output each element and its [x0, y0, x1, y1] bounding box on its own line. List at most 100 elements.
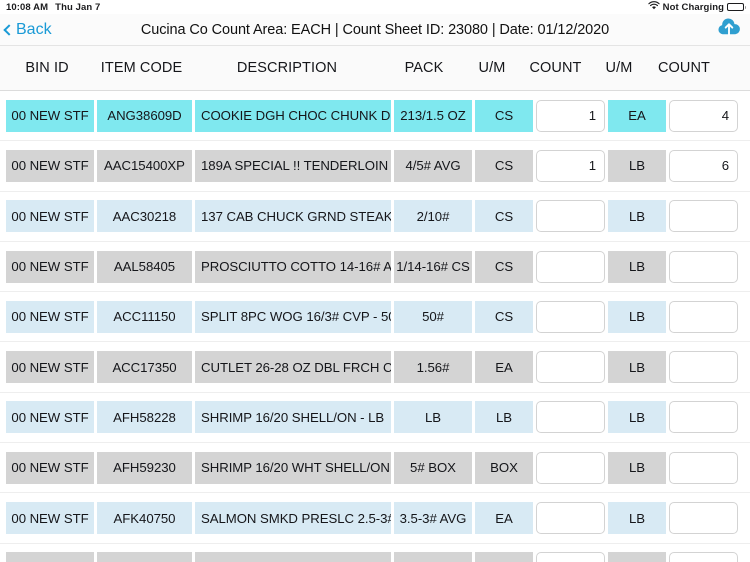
cloud-upload-icon	[716, 16, 742, 43]
cell-um-2: EA	[608, 99, 666, 132]
cell-item-code: ANG38609D	[97, 99, 192, 132]
cell-um-1: CS	[475, 200, 533, 233]
count-input-2[interactable]	[669, 300, 738, 333]
cell-item-code: ACC17350	[97, 351, 192, 384]
cell-bin-id	[6, 552, 94, 562]
column-header-um-1: U/M	[478, 60, 506, 76]
battery-icon	[727, 2, 746, 12]
count-input-1[interactable]	[536, 401, 605, 434]
cell-bin-id: 00 NEW STF	[6, 300, 94, 333]
cell-item-code	[97, 552, 192, 562]
count-input-1[interactable]	[536, 250, 605, 283]
status-time: 10:08 AM	[6, 1, 49, 13]
cell-um-1: CS	[475, 250, 533, 283]
cell-description: CUTLET 26-28 OZ DBL FRCH CUT -	[195, 351, 391, 384]
count-input-2[interactable]	[669, 200, 738, 233]
cell-um-1: LB	[475, 401, 533, 434]
count-input-1[interactable]	[536, 200, 605, 233]
cell-um-2: LB	[608, 149, 666, 182]
table-row[interactable]: 00 NEW STF ACC11150 SPLIT 8PC WOG 16/3# CV…	[0, 292, 750, 343]
table-row[interactable]: 00 NEW STF AFH59230 SHRIMP 16/20 WHT SHELL…	[0, 443, 750, 494]
table-row[interactable]: 00 NEW STF ACC17350 CUTLET 26-28 OZ DBL FR…	[0, 342, 750, 393]
cell-pack: LB	[394, 401, 472, 434]
cell-pack: 1/14-16# CS	[394, 250, 472, 283]
back-button[interactable]: Back	[0, 21, 52, 39]
cell-pack: 2/10#	[394, 200, 472, 233]
count-input-2[interactable]	[669, 451, 738, 484]
table-row[interactable]: 00 NEW STF AFH58228 SHRIMP 16/20 SHELL/ON …	[0, 393, 750, 444]
column-header-description: DESCRIPTION	[236, 60, 338, 76]
cell-pack: 1.56#	[394, 351, 472, 384]
cell-pack	[394, 552, 472, 562]
count-sheet-table[interactable]: 00 NEW STF ANG38609D COOKIE DGH CHOC CHUNK…	[0, 91, 750, 562]
count-input-1[interactable]	[536, 552, 605, 562]
cell-um-2: LB	[608, 200, 666, 233]
count-input-1[interactable]	[536, 451, 605, 484]
cell-bin-id: 00 NEW STF	[6, 99, 94, 132]
cell-bin-id: 00 NEW STF	[6, 351, 94, 384]
cell-um-2: LB	[608, 502, 666, 535]
table-row[interactable]	[0, 544, 750, 562]
cell-um-2: LB	[608, 451, 666, 484]
column-header-um-2: U/M	[605, 60, 633, 76]
cell-pack: 50#	[394, 300, 472, 333]
count-input-1[interactable]	[536, 502, 605, 535]
status-date: Thu Jan 7	[55, 1, 101, 13]
cell-description: SPLIT 8PC WOG 16/3# CVP - 50#	[195, 300, 391, 333]
cell-description: 189A SPECIAL !! TENDERLOIN 4/5#	[195, 149, 391, 182]
table-row[interactable]: 00 NEW STF AAC15400XP 189A SPECIAL !! TEND…	[0, 141, 750, 192]
wifi-icon	[647, 1, 660, 13]
count-input-2[interactable]	[669, 250, 738, 283]
column-header-pack: PACK	[404, 60, 444, 76]
cell-description: SHRIMP 16/20 WHT SHELL/ON 5# B	[195, 451, 391, 484]
count-input-2[interactable]	[669, 552, 738, 562]
cell-um-1: CS	[475, 300, 533, 333]
count-input-2[interactable]: 4	[669, 99, 738, 132]
cell-item-code: AAL58405	[97, 250, 192, 283]
cell-pack: 4/5# AVG	[394, 149, 472, 182]
count-input-1[interactable]: 1	[536, 99, 605, 132]
cell-um-1: EA	[475, 351, 533, 384]
status-bar-left: 10:08 AM Thu Jan 7	[6, 2, 100, 13]
cell-bin-id: 00 NEW STF	[6, 200, 94, 233]
count-input-2[interactable]	[669, 351, 738, 384]
upload-button[interactable]	[716, 16, 742, 43]
column-header-item-code: ITEM CODE	[100, 60, 183, 76]
cell-description: 137 CAB CHUCK GRND STEAKBURG	[195, 200, 391, 233]
column-header-count-1: COUNT	[529, 60, 582, 76]
cell-item-code: AFH59230	[97, 451, 192, 484]
column-header-count-2: COUNT	[657, 60, 711, 76]
table-row[interactable]: 00 NEW STF AAL58405 PROSCIUTTO COTTO 14-16…	[0, 242, 750, 293]
chevron-left-icon	[3, 23, 15, 36]
column-header-bin-id: BIN ID	[25, 60, 69, 76]
cell-um-1	[475, 552, 533, 562]
cell-pack: 213/1.5 OZ	[394, 99, 472, 132]
table-row[interactable]: 00 NEW STF AFK40750 SALMON SMKD PRESLC 2.5…	[0, 493, 750, 544]
cell-bin-id: 00 NEW STF	[6, 149, 94, 182]
cell-um-2: LB	[608, 401, 666, 434]
cell-description: PROSCIUTTO COTTO 14-16# AVG I	[195, 250, 391, 283]
cell-item-code: AFH58228	[97, 401, 192, 434]
count-input-2[interactable]	[669, 502, 738, 535]
cell-description: SHRIMP 16/20 SHELL/ON - LB	[195, 401, 391, 434]
count-input-1[interactable]	[536, 351, 605, 384]
navigation-bar: Back Cucina Co Count Area: EACH | Count …	[0, 14, 750, 46]
charging-status-label: Not Charging	[662, 1, 724, 13]
count-input-2[interactable]: 6	[669, 149, 738, 182]
cell-bin-id: 00 NEW STF	[6, 451, 94, 484]
cell-description	[195, 552, 391, 562]
count-input-2[interactable]	[669, 401, 738, 434]
cell-item-code: ACC11150	[97, 300, 192, 333]
cell-item-code: AFK40750	[97, 502, 192, 535]
cell-description: SALMON SMKD PRESLC 2.5-3# - S	[195, 502, 391, 535]
cell-um-2: LB	[608, 300, 666, 333]
cell-bin-id: 00 NEW STF	[6, 250, 94, 283]
cell-um-1: BOX	[475, 451, 533, 484]
cell-item-code: AAC15400XP	[97, 149, 192, 182]
cell-um-2: LB	[608, 351, 666, 384]
table-row[interactable]: 00 NEW STF AAC30218 137 CAB CHUCK GRND STE…	[0, 192, 750, 242]
count-input-1[interactable]: 1	[536, 149, 605, 182]
status-bar-right: Not Charging	[647, 1, 746, 13]
table-row[interactable]: 00 NEW STF ANG38609D COOKIE DGH CHOC CHUNK…	[0, 91, 750, 142]
count-input-1[interactable]	[536, 300, 605, 333]
